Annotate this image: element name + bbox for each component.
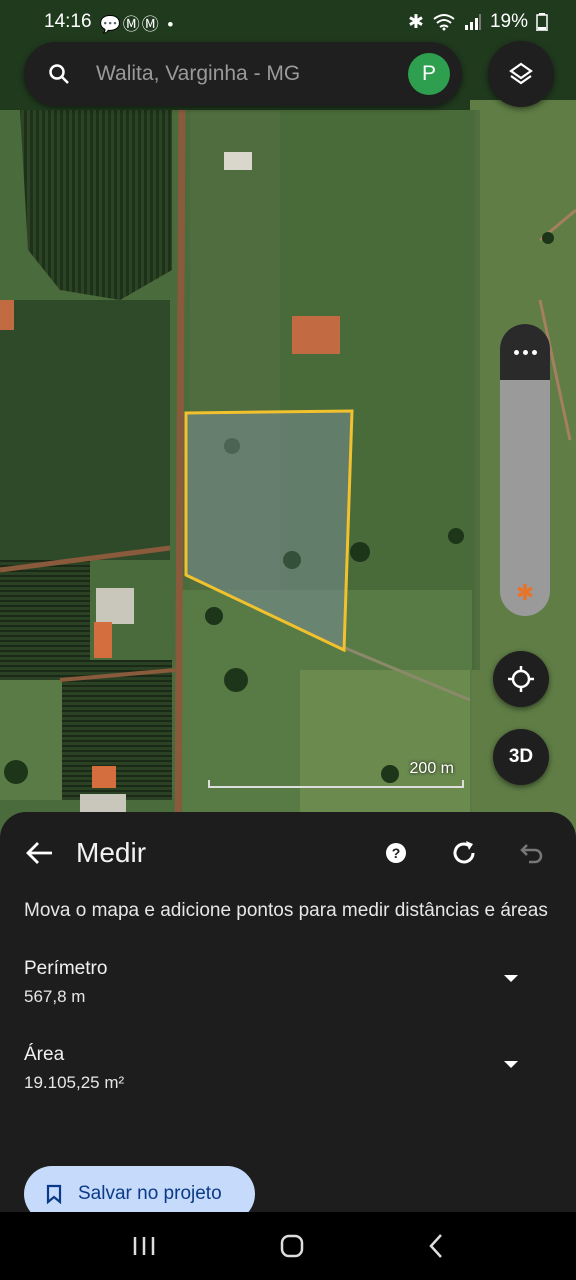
search-bar[interactable]: Walita, Varginha - MG P: [24, 42, 462, 106]
my-location-icon: [508, 666, 534, 692]
undo-button[interactable]: [512, 833, 552, 873]
chevron-down-icon[interactable]: [504, 1061, 518, 1068]
layers-icon: [509, 62, 533, 85]
refresh-icon: [453, 841, 475, 864]
area-value: 19.105,25 m²: [24, 1073, 125, 1092]
scale-bar: [208, 780, 464, 788]
area-row[interactable]: Área 19.105,25 m²: [0, 1041, 576, 1097]
perimeter-value: 567,8 m: [24, 987, 86, 1006]
save-button-label: Salvar no projeto: [78, 1183, 222, 1204]
avatar[interactable]: P: [408, 53, 450, 95]
my-location-button[interactable]: [493, 651, 549, 707]
signal-icon: [464, 14, 481, 30]
back-arrow-icon[interactable]: [24, 840, 54, 866]
battery-icon: [536, 13, 548, 31]
status-right: ✱ 19%: [408, 11, 548, 34]
scale-label: 200 m: [409, 760, 454, 777]
bluetooth-icon[interactable]: ✱: [500, 580, 550, 606]
area-label: Área: [24, 1044, 65, 1065]
perimeter-row[interactable]: Perímetro 567,8 m: [0, 955, 576, 1011]
notification-icons: 💬ⓂⓂ •: [99, 14, 176, 34]
layers-button[interactable]: [488, 41, 554, 107]
help-button[interactable]: ?: [376, 833, 416, 873]
refresh-button[interactable]: [444, 833, 484, 873]
search-icon[interactable]: [48, 63, 70, 85]
side-tools-panel[interactable]: ✱: [500, 324, 550, 616]
bookmark-icon: [46, 1184, 62, 1204]
three-d-button[interactable]: 3D: [493, 729, 549, 785]
chevron-down-icon[interactable]: [504, 975, 518, 982]
status-time: 14:16: [44, 11, 92, 32]
wifi-icon: [433, 14, 455, 31]
system-nav-bar: [0, 1212, 576, 1280]
home-icon[interactable]: [280, 1234, 304, 1258]
sheet-header: Medir ?: [0, 812, 576, 894]
bluetooth-status-icon: ✱: [408, 11, 424, 33]
map-scale: 200 m: [208, 760, 464, 790]
status-bar: 14:16 💬ⓂⓂ • ✱ 19%: [0, 0, 576, 44]
undo-icon: [520, 844, 543, 864]
perimeter-label: Perímetro: [24, 958, 108, 979]
search-input[interactable]: Walita, Varginha - MG: [96, 62, 408, 86]
measure-description: Mova o mapa e adicione pontos para medir…: [24, 900, 548, 921]
battery-text: 19%: [489, 11, 528, 32]
svg-text:?: ?: [392, 845, 401, 861]
measure-sheet: Medir ? Mova o mapa e adicione pontos pa…: [0, 812, 576, 1222]
back-icon[interactable]: [428, 1233, 444, 1259]
recent-apps-icon[interactable]: [132, 1235, 156, 1257]
satellite-map[interactable]: [0, 0, 576, 840]
more-icon[interactable]: [500, 324, 550, 380]
sheet-title: Medir: [76, 837, 147, 868]
help-icon: ?: [386, 843, 406, 863]
